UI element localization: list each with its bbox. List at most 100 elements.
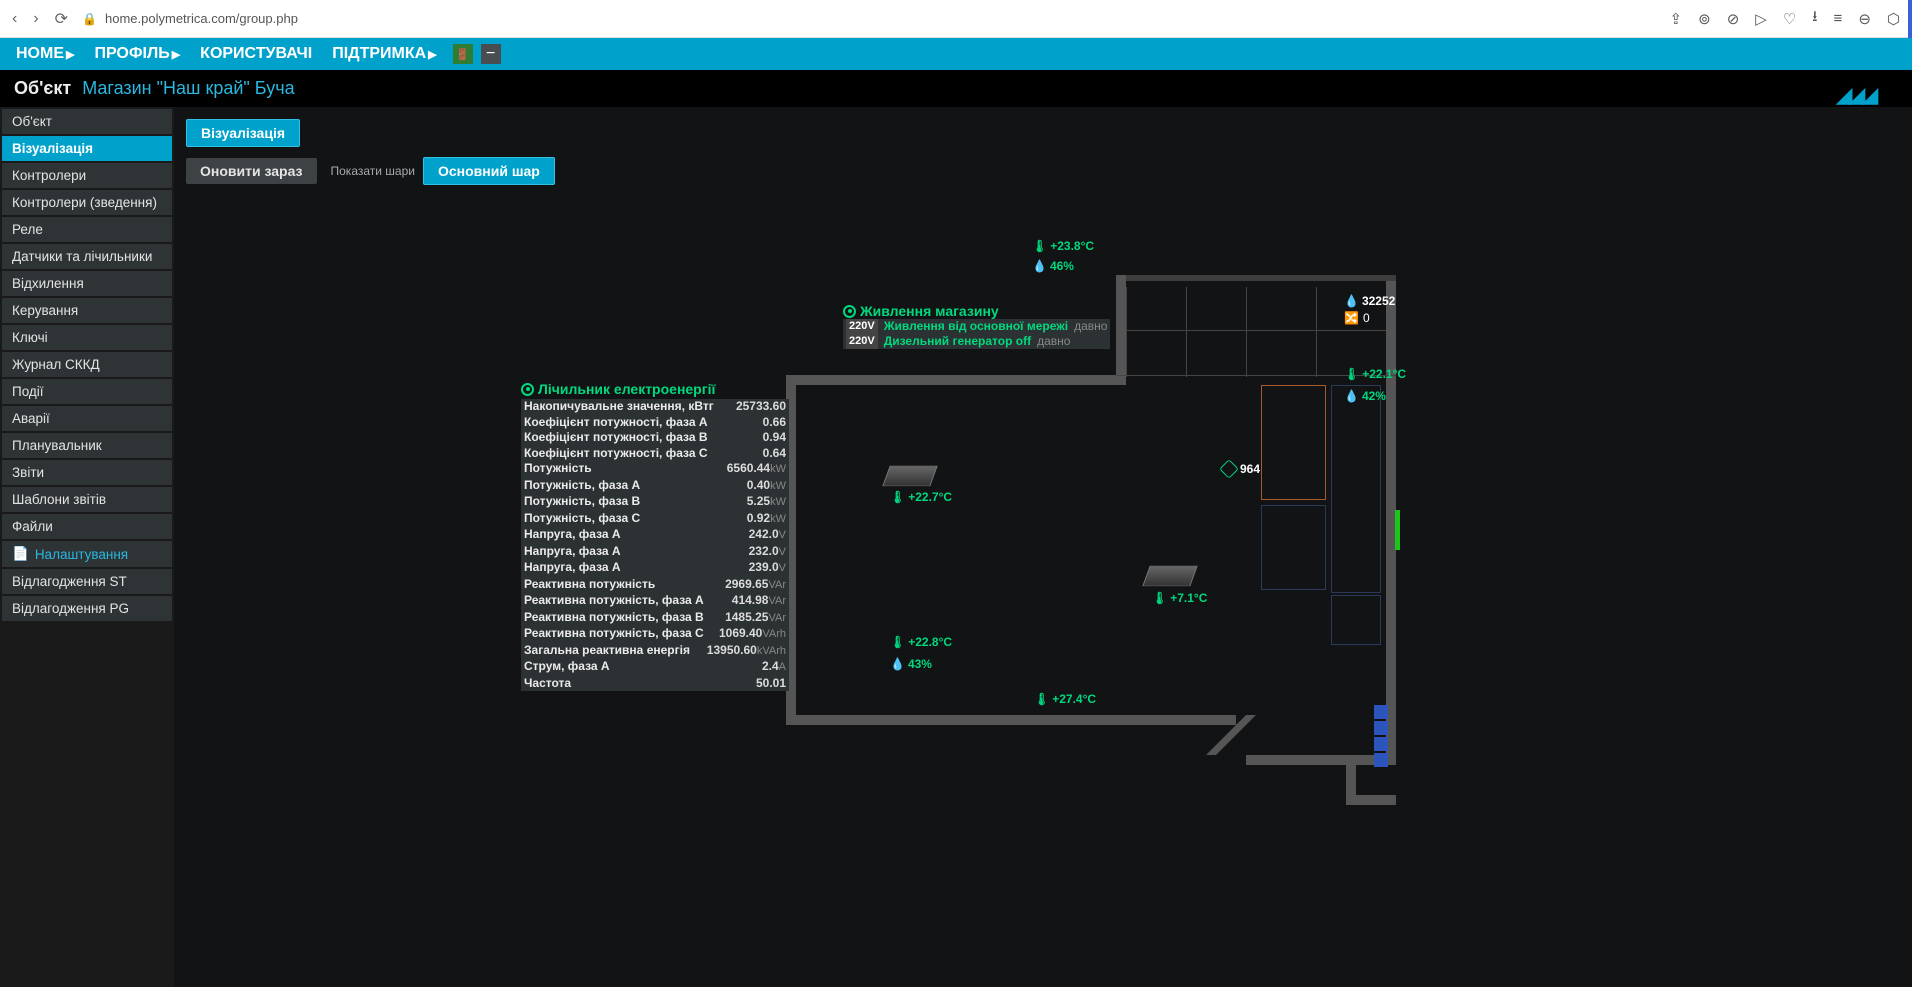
url-text[interactable]: home.polymetrica.com/group.php <box>105 11 298 26</box>
sidebar-item-sensors[interactable]: Датчики та лічильники <box>2 244 172 269</box>
meter-row: Коефіцієнт потужності, фаза C0.64 <box>521 446 789 462</box>
meter-label: Коефіцієнт потужності, фаза A <box>524 415 708 431</box>
meter-panel: Лічильник електроенергії Накопичувальне … <box>521 381 789 691</box>
sidebar-item-settings[interactable]: 📄 Налаштування <box>2 541 172 567</box>
sensor-temp: 🌡+7.1°C <box>1152 591 1207 605</box>
refresh-button[interactable]: Оновити зараз <box>186 158 317 184</box>
sidebar-item-events[interactable]: Події <box>2 379 172 404</box>
sidebar-item-viz[interactable]: Візуалізація <box>2 136 172 161</box>
sidebar-item-files[interactable]: Файли <box>2 514 172 539</box>
profile-icon[interactable]: ⊖ <box>1858 10 1871 28</box>
meter-row: Потужність, фаза A 0.40kW <box>521 478 789 495</box>
vent-icon <box>882 466 937 487</box>
meter-label: Коефіцієнт потужності, фаза C <box>524 446 708 462</box>
meter-value: 2.4A <box>762 659 786 676</box>
meter-row: Напруга, фаза A239.0V <box>521 560 789 577</box>
sensor-temp: 🌡+22.8°C <box>890 635 952 649</box>
meter-row: Напруга, фаза A232.0V <box>521 544 789 561</box>
lock-icon: 🔒 <box>82 12 97 26</box>
meter-label: Накопичувальне значення, кВтг <box>524 399 714 415</box>
refresh-icon[interactable]: ⟳ <box>55 9 68 29</box>
meter-value: 1485.25VAr <box>725 610 786 627</box>
droplet-icon: 💧 <box>1344 389 1359 403</box>
sensor-temp: 🌡+27.4°C <box>1034 692 1096 706</box>
meter-value: 5.25kW <box>747 494 786 511</box>
page-title: Об'єкт Магазин "Наш край" Буча <box>0 70 1912 107</box>
meter-value: 0.40kW <box>747 478 786 495</box>
nav-profile[interactable]: ПРОФІЛЬ▶ <box>86 41 188 67</box>
sidebar-item-dbgst[interactable]: Відлагодження ST <box>2 569 172 594</box>
sidebar-item-manage[interactable]: Керування <box>2 298 172 323</box>
meter-value: 1069.40VArh <box>719 626 786 643</box>
meter-label: Струм, фаза A <box>524 659 610 676</box>
nav-home[interactable]: HOME▶ <box>8 41 82 67</box>
sidebar-item-reports[interactable]: Звіти <box>2 460 172 485</box>
flow-counter: 💧32252 <box>1344 294 1395 308</box>
sidebar-item-label: Налаштування <box>35 547 128 562</box>
back-icon[interactable]: ‹ <box>12 10 17 28</box>
sidebar-item-label: Візуалізація <box>12 141 93 156</box>
camera-icon[interactable]: ⊚ <box>1698 10 1711 28</box>
sidebar-item-keys[interactable]: Ключі <box>2 325 172 350</box>
sidebar-item-label: Керування <box>12 303 78 318</box>
meter-value: 0.92kW <box>747 511 786 528</box>
sidebar-item-label: Журнал СККД <box>12 357 100 372</box>
meter-label: Частота <box>524 676 571 692</box>
thermometer-icon: 🌡 <box>1032 239 1047 253</box>
power-label: Живлення від основної мережі <box>884 319 1068 334</box>
heart-icon[interactable]: ♡ <box>1783 10 1796 28</box>
power-panel: Живлення магазину 220VЖивлення від основ… <box>843 303 1110 349</box>
meter-value: 414.98VAr <box>732 593 786 610</box>
shield-icon[interactable]: ⊘ <box>1727 10 1740 28</box>
sidebar-item-relay[interactable]: Реле <box>2 217 172 242</box>
meter-row: Напруга, фаза A242.0V <box>521 527 789 544</box>
meter-row: Частота50.01 <box>521 676 789 692</box>
ext-icon[interactable]: ⇪ <box>1670 10 1683 28</box>
swap-counter: 🔀0 <box>1344 311 1370 325</box>
sidebar-item-ctrlsum[interactable]: Контролери (зведення) <box>2 190 172 215</box>
sidebar-item-label: Об'єкт <box>12 114 52 129</box>
meter-label: Напруга, фаза A <box>524 560 621 577</box>
sidebar-item-tpl[interactable]: Шаблони звітів <box>2 487 172 512</box>
layer-main-button[interactable]: Основний шар <box>423 157 555 185</box>
collapse-button[interactable]: − <box>481 44 501 64</box>
sidebar-item-label: Звіти <box>12 465 44 480</box>
menu-icon[interactable]: ≡ <box>1834 10 1843 27</box>
sidebar-item-alarms[interactable]: Аварії <box>2 406 172 431</box>
floorplan-canvas[interactable]: 🌡+23.8°C 💧46% 🌡+22.7°C 🌡+7.1°C 🌡+22.8°C … <box>186 195 1900 955</box>
meter-label: Потужність, фаза A <box>524 478 640 495</box>
nav-users[interactable]: КОРИСТУВАЧІ <box>192 41 320 67</box>
power-row: 220VДизельний генератор offдавно <box>843 334 1110 349</box>
tab-visualization[interactable]: Візуалізація <box>186 119 300 147</box>
meter-row: Потужність, фаза C0.92kW <box>521 511 789 528</box>
logo-icon: ◢◢◢ <box>1814 82 1896 108</box>
voltage-badge: 220V <box>846 334 878 349</box>
sensor-temp: 🌡+22.1°C <box>1344 367 1406 381</box>
exit-button[interactable]: 🚪 <box>453 44 473 64</box>
page-icon: 📄 <box>12 546 29 562</box>
sidebar-item-skkd[interactable]: Журнал СККД <box>2 352 172 377</box>
sidebar-item-sched[interactable]: Планувальник <box>2 433 172 458</box>
sidebar-item-label: Датчики та лічильники <box>12 249 152 264</box>
cube-icon[interactable]: ⬡ <box>1887 10 1900 28</box>
droplet-icon: 💧 <box>1032 259 1047 273</box>
sidebar-item-ctrl[interactable]: Контролери <box>2 163 172 188</box>
sidebar-item-dbgpg[interactable]: Відлагодження PG <box>2 596 172 621</box>
power-ts: давно <box>1074 319 1107 334</box>
content-area: Візуалізація Оновити зараз Показати шари… <box>174 107 1912 987</box>
thermometer-icon: 🌡 <box>890 490 905 504</box>
sidebar-item-label: Події <box>12 384 44 399</box>
forward-icon[interactable]: › <box>33 10 38 28</box>
sidebar-item-obj[interactable]: Об'єкт <box>2 109 172 134</box>
sidebar-item-label: Ключі <box>12 330 48 345</box>
nav-support[interactable]: ПІДТРИМКА▶ <box>324 41 444 67</box>
meter-value: 242.0V <box>749 527 786 544</box>
chevron-right-icon: ▶ <box>428 48 436 61</box>
meter-value: 232.0V <box>749 544 786 561</box>
vent-icon <box>1142 566 1197 587</box>
download-icon[interactable]: ⭳ <box>1812 6 1817 31</box>
sidebar-item-dev[interactable]: Відхилення <box>2 271 172 296</box>
play-icon[interactable]: ▷ <box>1755 10 1767 28</box>
meter-label: Реактивна потужність, фаза B <box>524 610 704 627</box>
meter-value: 0.94 <box>763 430 786 446</box>
